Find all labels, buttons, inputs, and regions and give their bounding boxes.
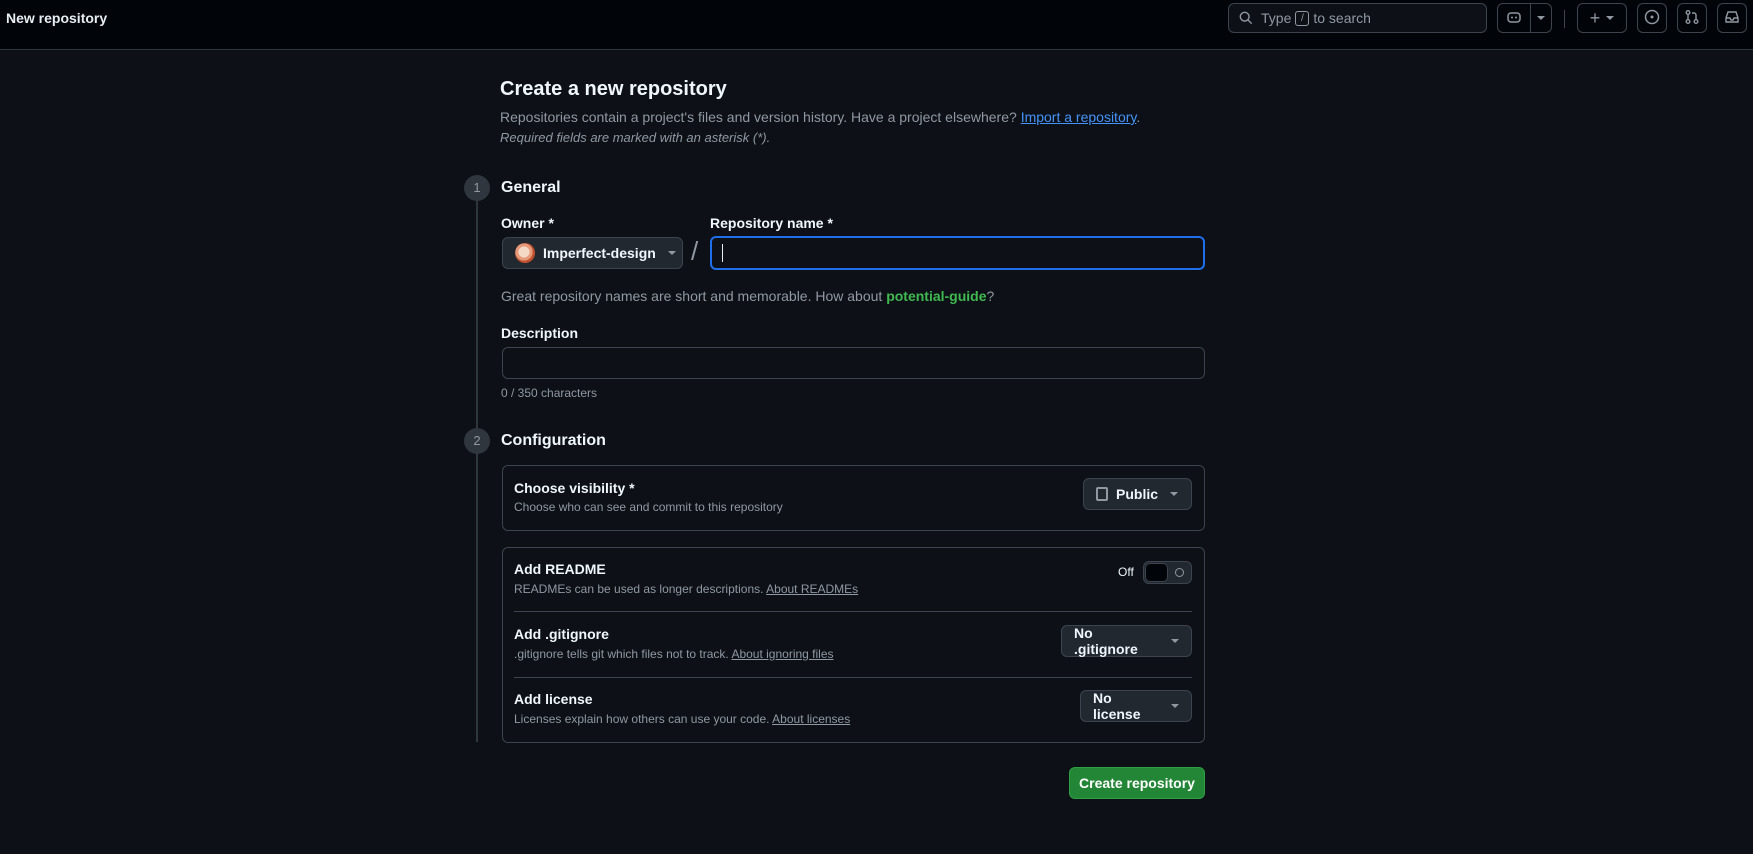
- description-input[interactable]: [502, 347, 1205, 379]
- section-title-configuration: Configuration: [501, 432, 606, 449]
- readme-title: Add README: [514, 561, 606, 577]
- issues-button[interactable]: [1637, 3, 1667, 33]
- visibility-value: Public: [1116, 486, 1159, 502]
- license-select[interactable]: No license: [1080, 690, 1192, 722]
- license-desc-text: Licenses explain how others can use your…: [514, 712, 770, 726]
- owner-repo-separator: /: [691, 236, 699, 266]
- search-icon: [1239, 11, 1253, 25]
- visibility-desc: Choose who can see and commit to this re…: [514, 500, 783, 514]
- search-suffix: to search: [1313, 10, 1371, 26]
- chevron-down-icon: [1606, 16, 1615, 20]
- owner-select[interactable]: Imperfect-design: [502, 237, 683, 269]
- about-readmes-link[interactable]: About READMEs: [766, 582, 858, 596]
- visibility-title: Choose visibility *: [514, 480, 635, 496]
- copilot-menu-button[interactable]: [1531, 3, 1552, 33]
- create-new-button[interactable]: +: [1577, 3, 1627, 33]
- description-label: Description: [501, 325, 579, 341]
- repo-icon: [1096, 487, 1108, 501]
- chevron-down-icon: [1171, 639, 1179, 643]
- readme-toggle[interactable]: [1143, 561, 1192, 584]
- gitignore-select[interactable]: No .gitignore: [1061, 625, 1192, 657]
- readme-desc: READMEs can be used as longer descriptio…: [514, 582, 858, 596]
- step-1-badge: 1: [464, 175, 490, 201]
- owner-label: Owner *: [501, 215, 554, 231]
- section-title-general: General: [501, 179, 561, 196]
- pull-request-icon: [1684, 9, 1700, 28]
- repo-name-hint: Great repository names are short and mem…: [501, 288, 994, 304]
- avatar: [515, 243, 535, 263]
- issue-icon: [1644, 9, 1660, 28]
- gitignore-title: Add .gitignore: [514, 626, 609, 642]
- create-repository-button[interactable]: Create repository: [1069, 767, 1205, 799]
- inbox-icon: [1724, 9, 1740, 28]
- license-title: Add license: [514, 691, 593, 707]
- gitignore-desc: .gitignore tells git which files not to …: [514, 647, 834, 661]
- subtitle-end: .: [1136, 109, 1141, 125]
- search-prefix: Type: [1261, 10, 1292, 26]
- license-desc: Licenses explain how others can use your…: [514, 712, 850, 726]
- owner-value: Imperfect-design: [543, 245, 656, 261]
- copilot-icon: [1506, 9, 1522, 28]
- copilot-button[interactable]: [1497, 3, 1531, 33]
- repo-name-input[interactable]: [710, 236, 1205, 270]
- readme-desc-text: READMEs can be used as longer descriptio…: [514, 582, 764, 596]
- hint-end: ?: [986, 288, 995, 304]
- required-fields-note: Required fields are marked with an aster…: [500, 130, 771, 145]
- pull-requests-button[interactable]: [1677, 3, 1707, 33]
- header-divider: [1564, 10, 1565, 28]
- about-ignoring-files-link[interactable]: About ignoring files: [731, 647, 833, 661]
- options-divider: [514, 611, 1192, 612]
- inbox-button[interactable]: [1717, 3, 1747, 33]
- chevron-down-icon: [1171, 704, 1179, 708]
- top-header: New repository Type / to search +: [0, 0, 1753, 50]
- description-char-count: 0 / 350 characters: [501, 386, 598, 400]
- page-label: New repository: [6, 10, 108, 26]
- license-value: No license: [1093, 690, 1141, 722]
- gitignore-desc-text: .gitignore tells git which files not to …: [514, 647, 729, 661]
- options-divider: [514, 677, 1192, 678]
- search-shortcut-key: /: [1295, 10, 1310, 26]
- search-input[interactable]: Type / to search: [1228, 3, 1487, 33]
- toggle-knob: [1145, 563, 1168, 582]
- page-subtitle: Repositories contain a project's files a…: [500, 109, 1140, 125]
- plus-icon: +: [1589, 8, 1601, 28]
- gitignore-value: No .gitignore: [1074, 625, 1138, 657]
- import-repository-link[interactable]: Import a repository: [1021, 109, 1137, 125]
- name-suggestion[interactable]: potential-guide: [886, 288, 986, 304]
- repo-name-label: Repository name *: [710, 215, 833, 231]
- page-title: Create a new repository: [500, 78, 727, 100]
- chevron-down-icon: [1170, 492, 1179, 496]
- readme-toggle-label: Off: [1118, 565, 1134, 579]
- chevron-down-icon: [667, 251, 676, 255]
- visibility-select[interactable]: Public: [1083, 478, 1192, 510]
- chevron-down-icon: [1537, 16, 1545, 20]
- about-licenses-link[interactable]: About licenses: [772, 712, 850, 726]
- step-2-badge: 2: [464, 428, 490, 454]
- hint-text: Great repository names are short and mem…: [501, 288, 883, 304]
- subtitle-text: Repositories contain a project's files a…: [500, 109, 1017, 125]
- toggle-off-icon: [1175, 568, 1184, 577]
- text-cursor: [722, 244, 723, 262]
- steps-timeline: [476, 190, 478, 742]
